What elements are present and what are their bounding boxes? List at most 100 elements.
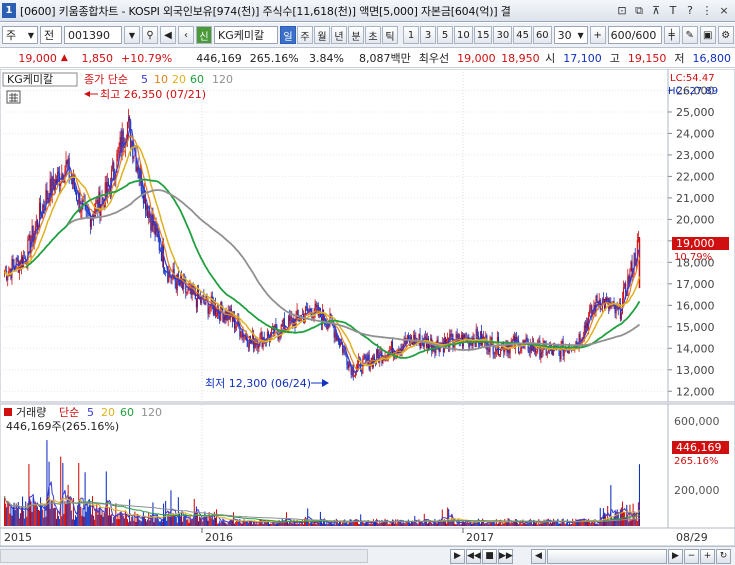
- plus-icon: +: [593, 29, 602, 41]
- candle-body: [133, 156, 135, 159]
- fit-button[interactable]: ↻: [716, 548, 731, 564]
- window-button-5[interactable]: ⋮: [700, 3, 714, 18]
- candle-body: [424, 336, 426, 339]
- volume-bar: [419, 521, 421, 526]
- volume-bar: [176, 522, 178, 526]
- volume-bar: [275, 523, 277, 526]
- period-tab-2[interactable]: 월: [314, 26, 330, 44]
- candle-body: [260, 331, 262, 335]
- trade-amount: 8,087백만: [359, 52, 411, 65]
- window-button-3[interactable]: T: [666, 3, 680, 18]
- vma20-legend: 20: [101, 406, 115, 419]
- chart-svg[interactable]: 26,00025,00024,00023,00022,00021,00020,0…: [0, 68, 735, 547]
- chart-area[interactable]: 26,000 25,000 24,000 23,000 22,000 21,000 20,0…: [0, 68, 735, 547]
- volume-bar: [78, 463, 80, 526]
- chevron-down-icon: ▼: [577, 30, 584, 40]
- price-tick-4: 22,000: [676, 170, 715, 183]
- code-dropdown-button[interactable]: ▼: [124, 26, 140, 44]
- interval-button-5[interactable]: 5: [437, 26, 453, 44]
- volume-bar: [609, 520, 611, 526]
- volume-bar: [526, 523, 528, 526]
- scroll-right-end-button[interactable]: ▶: [668, 548, 683, 564]
- scroll-left-button[interactable]: ◀: [531, 548, 546, 564]
- stock-code-input[interactable]: 001390: [64, 26, 122, 44]
- interval-button-30[interactable]: 30: [493, 26, 513, 44]
- crosshair-icon: ╪: [668, 29, 675, 41]
- volume-bar: [22, 496, 24, 526]
- candle-body: [121, 130, 123, 153]
- volume-bar: [241, 523, 243, 526]
- interval-button-3[interactable]: 3: [420, 26, 436, 44]
- volume-bar: [575, 518, 577, 526]
- window-button-1[interactable]: ⧉: [632, 3, 646, 18]
- category-select[interactable]: 전: [40, 26, 62, 44]
- volume-bar: [287, 521, 289, 526]
- first-page-button[interactable]: ◀◀: [466, 548, 481, 564]
- plus-icon: +: [703, 550, 712, 561]
- volume-bar: [177, 497, 179, 526]
- window-button-2[interactable]: ⊼: [649, 3, 663, 18]
- volume-bar: [396, 523, 398, 526]
- interval-button-60[interactable]: 60: [532, 26, 552, 44]
- volume-bar: [157, 519, 159, 526]
- volume-bar: [64, 500, 66, 526]
- volume-bar: [146, 521, 148, 526]
- volume-bar: [48, 461, 50, 526]
- crosshair-button[interactable]: ╪: [663, 26, 680, 44]
- period-tab-1[interactable]: 주: [297, 26, 313, 44]
- volume-bar: [517, 522, 519, 526]
- horizontal-scrollbar[interactable]: [0, 549, 368, 563]
- window-button-4[interactable]: ?: [683, 3, 697, 18]
- interval-button-45[interactable]: 45: [513, 26, 532, 44]
- window-button-6[interactable]: ×: [717, 3, 731, 18]
- volume-bar: [47, 496, 49, 526]
- period-tab-6[interactable]: 틱: [382, 26, 398, 44]
- toolbar: 주 ▼ 전 001390 ▼ ⚲ ◀ ‹ 신 KG케미칼 일주월년분초틱 1351…: [0, 23, 735, 48]
- sound-button[interactable]: ◀: [160, 26, 176, 44]
- period-tab-5[interactable]: 초: [365, 26, 381, 44]
- zoom-slider[interactable]: [547, 548, 667, 564]
- stop-button[interactable]: ■: [482, 548, 497, 564]
- last-page-button[interactable]: ▶▶: [498, 548, 513, 564]
- volume-bar: [139, 520, 141, 526]
- zoom-in-button[interactable]: +: [589, 26, 606, 44]
- market-select[interactable]: 주 ▼: [2, 26, 38, 44]
- candle-body: [596, 295, 598, 302]
- volume-bar: [151, 517, 153, 526]
- zoom-out-button[interactable]: −: [684, 548, 699, 564]
- volume-bar: [91, 496, 94, 526]
- volume-bar: [607, 505, 609, 526]
- save-button[interactable]: ▣: [699, 26, 716, 44]
- draw-tool-button[interactable]: ✎: [681, 26, 698, 44]
- new-button[interactable]: 신: [196, 26, 212, 44]
- view-count-field[interactable]: 600/600: [607, 26, 662, 44]
- volume-bar: [514, 519, 516, 526]
- count-select[interactable]: 30 ▼: [553, 26, 588, 44]
- period-tab-4[interactable]: 분: [348, 26, 364, 44]
- candle-body: [407, 335, 409, 339]
- zoom-in-button-bottom[interactable]: +: [700, 548, 715, 564]
- search-button[interactable]: ⚲: [142, 26, 158, 44]
- scroll-right-button[interactable]: ▶: [450, 548, 465, 564]
- volume-bar: [403, 522, 405, 526]
- candle-body: [476, 328, 478, 336]
- stock-code-value: 001390: [68, 28, 110, 42]
- settings-button[interactable]: ⚙: [717, 26, 734, 44]
- prev-stock-button[interactable]: ‹: [178, 26, 194, 44]
- period-tab-0[interactable]: 일: [280, 26, 296, 44]
- interval-button-10[interactable]: 10: [454, 26, 473, 44]
- interval-button-15[interactable]: 15: [473, 26, 493, 44]
- stock-name-field[interactable]: KG케미칼: [214, 26, 278, 44]
- volume-bar: [558, 523, 560, 526]
- interval-button-1[interactable]: 1: [403, 26, 419, 44]
- candle-body: [142, 194, 144, 204]
- period-tab-3[interactable]: 년: [331, 26, 347, 44]
- window-button-0[interactable]: ⊡: [615, 3, 629, 18]
- candle-body: [90, 217, 92, 227]
- up-triangle-icon: ▲: [60, 53, 68, 63]
- speaker-icon: ◀: [164, 29, 172, 41]
- volume-bar: [186, 519, 188, 526]
- volume-bar: [265, 522, 267, 526]
- volume-bar: [612, 520, 614, 526]
- current-price-tag-text: 19,000: [676, 237, 715, 250]
